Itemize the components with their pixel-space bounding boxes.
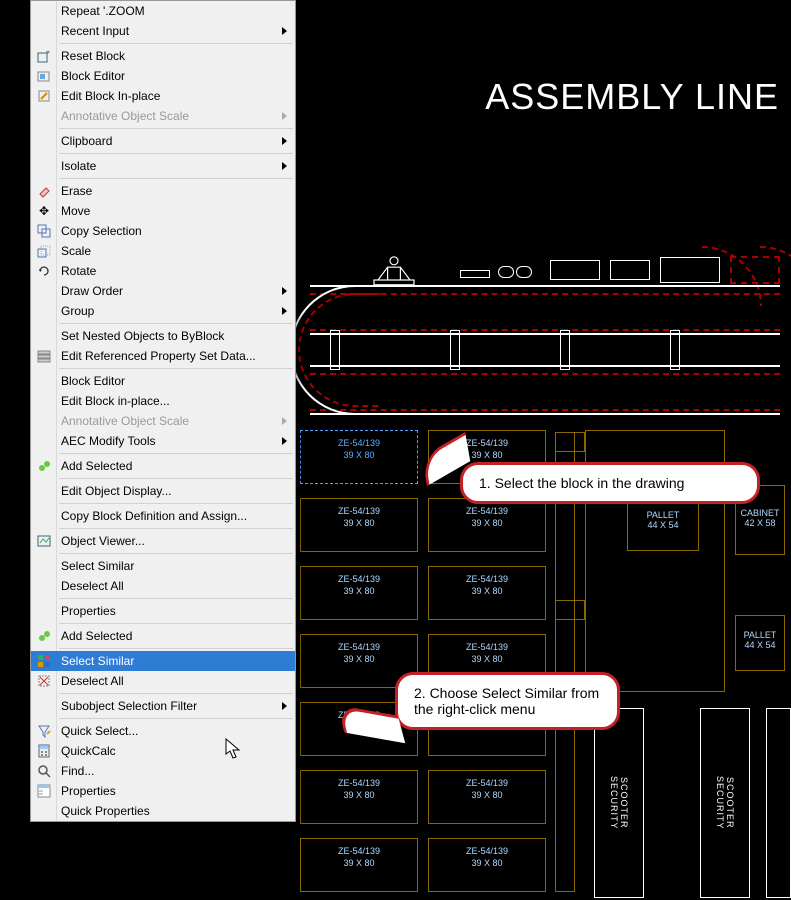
menu-annot-scale: Annotative Object Scale — [31, 106, 295, 126]
menu-repeat[interactable]: Repeat '.ZOOM — [31, 1, 295, 21]
frame-cap — [555, 432, 585, 452]
block[interactable]: ZE-54/13939 X 80 — [428, 770, 546, 824]
block[interactable]: ZE-54/13939 X 80 — [300, 838, 418, 892]
frame-cap — [555, 600, 585, 620]
properties-icon — [36, 783, 52, 799]
menu-draw-order[interactable]: Draw Order — [31, 281, 295, 301]
drawing-title: ASSEMBLY LINE — [485, 76, 779, 118]
context-menu: Repeat '.ZOOM Recent Input Reset Block B… — [30, 0, 296, 822]
submenu-arrow-icon — [282, 307, 287, 315]
erase-icon — [36, 183, 52, 199]
submenu-arrow-icon — [282, 417, 287, 425]
menu-group[interactable]: Group — [31, 301, 295, 321]
roller — [670, 330, 680, 370]
roller — [560, 330, 570, 370]
menu-select-similar[interactable]: Select Similar — [31, 556, 295, 576]
menu-aec-modify[interactable]: AEC Modify Tools — [31, 431, 295, 451]
block[interactable]: ZE-54/13939 X 80 — [428, 838, 546, 892]
pallet: PALLET 44 X 54 — [735, 615, 785, 671]
object-viewer-icon — [36, 533, 52, 549]
menu-edit-object-display[interactable]: Edit Object Display... — [31, 481, 295, 501]
menu-edit-block-inplace[interactable]: Edit Block In-place — [31, 86, 295, 106]
menu-move[interactable]: ✥Move — [31, 201, 295, 221]
submenu-arrow-icon — [282, 137, 287, 145]
submenu-arrow-icon — [282, 702, 287, 710]
submenu-arrow-icon — [282, 112, 287, 120]
block[interactable]: ZE-54/13939 X 80 — [428, 566, 546, 620]
shape — [610, 260, 650, 280]
scooter-bay: SCOOTER SECURITY — [594, 708, 644, 898]
menu-edit-ref-property[interactable]: Edit Referenced Property Set Data... — [31, 346, 295, 366]
rotate-icon — [36, 263, 52, 279]
menu-rotate[interactable]: Rotate — [31, 261, 295, 281]
quickcalc-icon — [36, 743, 52, 759]
menu-quick-properties[interactable]: Quick Properties — [31, 801, 295, 821]
menu-deselect-all-2[interactable]: Deselect All — [31, 671, 295, 691]
menu-find[interactable]: Find... — [31, 761, 295, 781]
property-set-icon — [36, 348, 52, 364]
menu-scale[interactable]: Scale — [31, 241, 295, 261]
menu-clipboard[interactable]: Clipboard — [31, 131, 295, 151]
shape — [550, 260, 600, 280]
menu-annot-scale-2: Annotative Object Scale — [31, 411, 295, 431]
menu-block-editor-2[interactable]: Block Editor — [31, 371, 295, 391]
menu-edit-block-inplace-2[interactable]: Edit Block in-place... — [31, 391, 295, 411]
shape — [516, 266, 532, 278]
person-icon — [370, 255, 418, 289]
menu-deselect-all[interactable]: Deselect All — [31, 576, 295, 596]
shape — [498, 266, 514, 278]
menu-isolate[interactable]: Isolate — [31, 156, 295, 176]
roller — [330, 330, 340, 370]
menu-add-selected[interactable]: Add Selected — [31, 456, 295, 476]
submenu-arrow-icon — [282, 162, 287, 170]
block[interactable]: ZE-54/13939 X 80 — [300, 566, 418, 620]
block-editor-icon — [36, 68, 52, 84]
reset-block-icon — [36, 48, 52, 64]
menu-recent-input[interactable]: Recent Input — [31, 21, 295, 41]
menu-reset-block[interactable]: Reset Block — [31, 46, 295, 66]
menu-properties-2[interactable]: Properties — [31, 781, 295, 801]
select-similar-icon — [36, 653, 52, 669]
selected-block[interactable]: ZE-54/139 39 X 80 — [300, 430, 418, 484]
scooter-bay: SCOOTER SECURITY — [700, 708, 750, 898]
copy-icon — [36, 223, 52, 239]
block[interactable]: ZE-54/13939 X 80 — [300, 770, 418, 824]
block[interactable]: ZE-54/13939 X 80 — [300, 498, 418, 552]
shape — [460, 270, 490, 278]
roller — [450, 330, 460, 370]
submenu-arrow-icon — [282, 27, 287, 35]
menu-add-selected-2[interactable]: Add Selected — [31, 626, 295, 646]
edit-inplace-icon — [36, 88, 52, 104]
menu-quick-select[interactable]: Quick Select... — [31, 721, 295, 741]
callout-1: 1. Select the block in the drawing — [460, 462, 760, 504]
quick-select-icon — [36, 723, 52, 739]
deselect-all-icon — [36, 673, 52, 689]
menu-properties[interactable]: Properties — [31, 601, 295, 621]
block-code: ZE-54/139 — [301, 437, 417, 449]
menu-erase[interactable]: Erase — [31, 181, 295, 201]
menu-set-nested-byblock[interactable]: Set Nested Objects to ByBlock — [31, 326, 295, 346]
find-icon — [36, 763, 52, 779]
menu-select-similar-highlighted[interactable]: Select Similar — [31, 651, 295, 671]
block[interactable]: ZE-54/13939 X 80 — [428, 498, 546, 552]
conveyor-top — [310, 285, 780, 335]
block-size: 39 X 80 — [301, 449, 417, 461]
menu-subobject-filter[interactable]: Subobject Selection Filter — [31, 696, 295, 716]
menu-block-editor[interactable]: Block Editor — [31, 66, 295, 86]
menu-copy-block-def[interactable]: Copy Block Definition and Assign... — [31, 506, 295, 526]
conveyor-bottom — [310, 365, 780, 415]
callout-2: 2. Choose Select Similar from the right-… — [395, 672, 620, 730]
move-icon: ✥ — [36, 203, 52, 219]
menu-object-viewer[interactable]: Object Viewer... — [31, 531, 295, 551]
menu-quickcalc[interactable]: QuickCalc — [31, 741, 295, 761]
submenu-arrow-icon — [282, 287, 287, 295]
scooter-bay — [766, 708, 791, 898]
add-selected-icon — [36, 458, 52, 474]
add-selected-icon — [36, 628, 52, 644]
scale-icon — [36, 243, 52, 259]
submenu-arrow-icon — [282, 437, 287, 445]
menu-copy-selection[interactable]: Copy Selection — [31, 221, 295, 241]
